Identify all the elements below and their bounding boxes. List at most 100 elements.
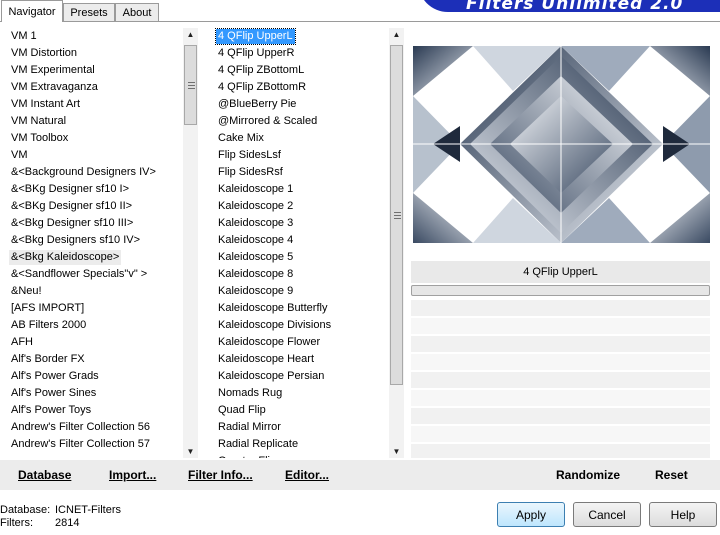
list-item-label: &<Sandflower Specials"v" > [11, 268, 148, 280]
list-item[interactable]: VM [7, 147, 183, 164]
list-item[interactable]: Flip SidesRsf [214, 164, 389, 181]
database-info-value: ICNET-Filters [55, 504, 121, 516]
scroll-up-arrow-icon[interactable]: ▲ [389, 28, 404, 41]
scroll-down-arrow-icon[interactable]: ▼ [183, 445, 198, 458]
list-item[interactable]: VM Experimental [7, 62, 183, 79]
list-item[interactable]: Alf's Power Toys [7, 402, 183, 419]
list-item-label: 4 QFlip UpperR [218, 47, 295, 59]
cancel-button[interactable]: Cancel [573, 502, 641, 527]
list-item[interactable]: &<BKg Designer sf10 II> [7, 198, 183, 215]
list-item-label: Kaleidoscope Heart [218, 353, 315, 365]
list-item-label: @Mirrored & Scaled [218, 115, 318, 127]
list-item[interactable]: Kaleidoscope 1 [214, 181, 389, 198]
help-button[interactable]: Help [649, 502, 717, 527]
list-item[interactable]: 4 QFlip ZBottomR [214, 79, 389, 96]
list-item[interactable]: Radial Replicate [214, 436, 389, 453]
category-scroll-thumb[interactable] [184, 45, 197, 125]
list-item[interactable]: Quad Flip [214, 402, 389, 419]
list-item[interactable]: Andrew's Filter Collection 57 [7, 436, 183, 453]
list-item[interactable]: VM Instant Art [7, 96, 183, 113]
list-item[interactable]: Andrew's Filter Collection 56 [7, 419, 183, 436]
reset-button[interactable]: Reset [655, 468, 688, 482]
list-item-label: Kaleidoscope Divisions [218, 319, 332, 331]
list-item[interactable]: &<BKg Designer sf10 I> [7, 181, 183, 198]
preview-filter-name: 4 QFlip UpperL [411, 261, 710, 283]
list-item[interactable]: Kaleidoscope Divisions [214, 317, 389, 334]
filter-list[interactable]: 4 QFlip UpperL 4 QFlip UpperR 4 QFlip ZBot… [214, 28, 389, 458]
filter-info-button[interactable]: Filter Info... [188, 468, 253, 482]
scroll-up-arrow-icon[interactable]: ▲ [183, 28, 198, 41]
list-item-label: &<Bkg Designers sf10 IV> [11, 234, 141, 246]
list-item[interactable]: AFH [7, 334, 183, 351]
list-item[interactable]: Kaleidoscope 3 [214, 215, 389, 232]
list-item[interactable]: &<Bkg Kaleidoscope> [7, 249, 183, 266]
list-item[interactable]: VM 1 [7, 28, 183, 45]
list-item[interactable]: Kaleidoscope 4 [214, 232, 389, 249]
list-item-label: Alf's Power Grads [11, 370, 99, 382]
database-button[interactable]: Database [18, 468, 71, 482]
list-item[interactable]: &<Sandflower Specials"v" > [7, 266, 183, 283]
list-item[interactable]: Alf's Border FX [7, 351, 183, 368]
parameter-slot [411, 390, 710, 406]
list-item-label: Alf's Power Toys [11, 404, 92, 416]
list-item-label: Nomads Rug [218, 387, 283, 399]
filter-scroll-thumb[interactable] [390, 45, 403, 385]
list-item[interactable]: [AFS IMPORT] [7, 300, 183, 317]
list-item-label: Kaleidoscope 8 [218, 268, 294, 280]
category-scrollbar[interactable]: ▲ ▼ [183, 28, 198, 458]
list-item[interactable]: Kaleidoscope 9 [214, 283, 389, 300]
list-item[interactable]: Kaleidoscope 8 [214, 266, 389, 283]
list-item[interactable]: 4 QFlip UpperR [214, 45, 389, 62]
list-item[interactable]: Radial Mirror [214, 419, 389, 436]
list-item[interactable]: @Mirrored & Scaled [214, 113, 389, 130]
list-item-label: VM [11, 149, 28, 161]
list-item[interactable]: VM Toolbox [7, 130, 183, 147]
category-list[interactable]: VM 1 VM Distortion VM Experimental VM Extra… [7, 28, 183, 458]
tab-about[interactable]: About [115, 3, 159, 21]
list-item-label: Quarter Flip [216, 454, 278, 458]
list-item[interactable]: Alf's Power Sines [7, 385, 183, 402]
list-item[interactable]: 4 QFlip ZBottomL [214, 62, 389, 79]
apply-button[interactable]: Apply [497, 502, 565, 527]
list-item[interactable]: &Neu! [7, 283, 183, 300]
tab-navigator[interactable]: Navigator [1, 0, 63, 22]
list-item[interactable]: Quarter Flip [214, 453, 389, 458]
editor-button[interactable]: Editor... [285, 468, 329, 482]
list-item-label: VM 1 [11, 30, 37, 42]
scroll-down-arrow-icon[interactable]: ▼ [389, 445, 404, 458]
list-item[interactable]: &<Bkg Designers sf10 IV> [7, 232, 183, 249]
tab-presets[interactable]: Presets [63, 3, 115, 21]
parameter-slot [411, 426, 710, 442]
parameter-slider[interactable] [411, 285, 710, 296]
list-item-label: AFH [11, 336, 33, 348]
list-item[interactable]: Alf's Power Grads [7, 368, 183, 385]
list-item[interactable]: &<Background Designers IV> [7, 164, 183, 181]
parameter-slot [411, 444, 710, 458]
parameter-slot [411, 372, 710, 388]
list-item[interactable]: 4 QFlip UpperL [214, 28, 389, 45]
list-item[interactable]: Cake Mix [214, 130, 389, 147]
list-item[interactable]: Kaleidoscope 2 [214, 198, 389, 215]
list-item[interactable]: VM Extravaganza [7, 79, 183, 96]
list-item-label: VM Toolbox [11, 132, 69, 144]
list-item[interactable]: &<Bkg Designer sf10 III> [7, 215, 183, 232]
list-item-label: Alf's Power Sines [11, 387, 97, 399]
list-item[interactable]: @BlueBerry Pie [214, 96, 389, 113]
filter-scrollbar[interactable]: ▲ ▼ [389, 28, 404, 458]
list-item[interactable]: Kaleidoscope Persian [214, 368, 389, 385]
list-item-label: [AFS IMPORT] [11, 302, 85, 314]
kaleidoscope-preview [413, 46, 710, 243]
list-item[interactable]: VM Distortion [7, 45, 183, 62]
list-item-label: 4 QFlip UpperL [215, 28, 296, 45]
list-item[interactable]: Kaleidoscope Butterfly [214, 300, 389, 317]
list-item[interactable]: Kaleidoscope Heart [214, 351, 389, 368]
randomize-button[interactable]: Randomize [556, 468, 620, 482]
list-item[interactable]: Kaleidoscope Flower [214, 334, 389, 351]
list-item[interactable]: VM Natural [7, 113, 183, 130]
list-item-label: Kaleidoscope Flower [218, 336, 321, 348]
list-item[interactable]: Kaleidoscope 5 [214, 249, 389, 266]
list-item[interactable]: AB Filters 2000 [7, 317, 183, 334]
list-item[interactable]: Flip SidesLsf [214, 147, 389, 164]
import-button[interactable]: Import... [109, 468, 156, 482]
list-item[interactable]: Nomads Rug [214, 385, 389, 402]
